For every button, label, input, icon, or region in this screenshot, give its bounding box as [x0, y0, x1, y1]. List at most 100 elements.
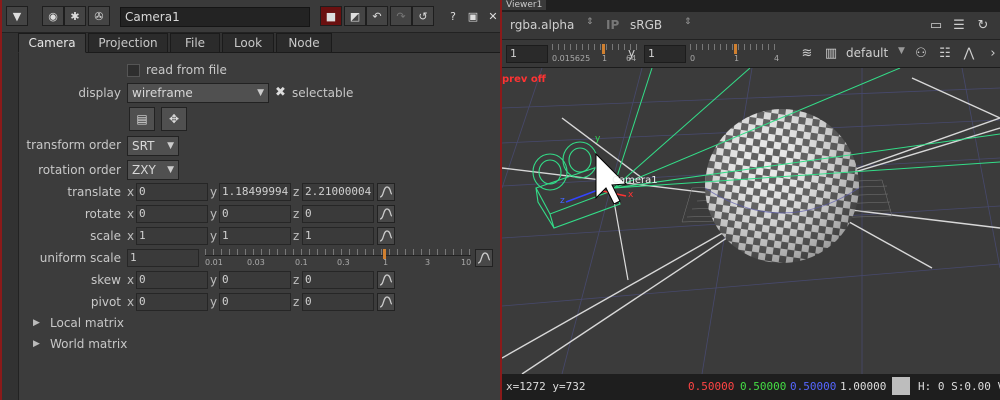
read-from-file-label: read from file	[146, 63, 227, 77]
animation-curve-icon[interactable]	[475, 249, 493, 267]
viewer-viewport[interactable]: prev off Camera1 y z x	[502, 68, 1000, 374]
green-channel-value: 0.50000	[740, 380, 787, 393]
slider-tick-label: 0.01	[205, 258, 223, 267]
zebra-icon[interactable]: ▥	[822, 45, 840, 63]
rotate-y-input[interactable]: 0	[219, 205, 291, 223]
chevron-updown-icon: ⇕	[586, 17, 594, 27]
undo-icon[interactable]: ↶	[366, 6, 388, 26]
gamma-label: y	[628, 46, 636, 60]
display-label: display	[78, 86, 121, 100]
redo-icon[interactable]: ↷	[390, 6, 412, 26]
refresh-icon[interactable]: ↻	[974, 17, 992, 35]
settings-circle-icon[interactable]: ◉	[42, 6, 64, 26]
viewer-tab-strip: Viewer1	[502, 0, 1000, 12]
tab-file[interactable]: File	[170, 33, 220, 53]
uniform-scale-slider[interactable]: 0.01 0.03 0.1 0.3 1 3 10	[205, 249, 471, 269]
camera-label: Camera1	[612, 175, 658, 186]
display-dropdown[interactable]: wireframe ▼	[127, 83, 269, 103]
pivot-y-input[interactable]: 0	[219, 293, 291, 311]
cursor-coordinates: x=1272 y=732	[506, 380, 586, 393]
slider-handle[interactable]	[734, 44, 737, 54]
gain-input[interactable]: 1	[506, 45, 548, 63]
3d-scene	[502, 68, 1000, 374]
red-node-color-icon[interactable]: ■	[320, 6, 342, 26]
slider-handle[interactable]	[602, 44, 605, 54]
translate-y-input[interactable]: 1.18499994	[219, 183, 291, 201]
transform-order-dropdown[interactable]: SRT ▼	[127, 136, 179, 156]
sliders-icon[interactable]: ☷	[936, 45, 954, 63]
translate-z-input[interactable]: 2.21000004	[302, 183, 374, 201]
pivot-x-input[interactable]: 0	[136, 293, 208, 311]
blue-channel-value: 0.50000	[790, 380, 837, 393]
more-chevron-icon[interactable]: ›	[984, 45, 1000, 63]
axis-z-label: z	[293, 295, 300, 309]
scale-x-input[interactable]: 1	[136, 227, 208, 245]
split-color-icon[interactable]: ◩	[344, 6, 366, 26]
selectable-check-icon[interactable]: ✖	[275, 85, 286, 100]
users-icon[interactable]: ⚇	[912, 45, 930, 63]
collapse-icon[interactable]: ▼	[6, 6, 28, 26]
slider-tick-label: 0.3	[337, 258, 350, 267]
tab-node[interactable]: Node	[276, 33, 332, 53]
scale-y-input[interactable]: 1	[219, 227, 291, 245]
viewer-tab[interactable]: Viewer1	[502, 0, 547, 10]
axis-move-icon[interactable]: ✥	[161, 107, 187, 131]
world-matrix-group[interactable]: ▶ World matrix	[33, 337, 233, 353]
tab-projection[interactable]: Projection	[88, 33, 168, 53]
gamma-slider[interactable]: 0 1 4	[690, 44, 780, 64]
slider-tick-label: 0.015625	[552, 54, 591, 63]
ip-toggle-button[interactable]: IP	[606, 18, 619, 32]
tab-camera[interactable]: Camera	[18, 33, 86, 53]
translate-x-input[interactable]: 0	[136, 183, 208, 201]
display-value: wireframe	[132, 86, 193, 100]
viewer-toolbar-top: rgba.alpha ⇕ IP sRGB ⇕ ▭ ☰ ↻	[502, 12, 1000, 40]
scale-z-input[interactable]: 1	[302, 227, 374, 245]
read-from-file-checkbox[interactable]	[127, 64, 140, 77]
camera-tab-content: read from file display wireframe ▼ ✖ sel…	[18, 53, 500, 400]
curve-graph-icon[interactable]: ⋀	[960, 45, 978, 63]
rotate-x-input[interactable]: 0	[136, 205, 208, 223]
local-matrix-group[interactable]: ▶ Local matrix	[33, 316, 233, 332]
world-matrix-label: World matrix	[50, 337, 128, 351]
rotation-order-dropdown[interactable]: ZXY ▼	[127, 160, 179, 180]
slider-tick-label: 1	[383, 258, 389, 267]
transform-order-label: transform order	[26, 138, 121, 152]
animation-curve-icon[interactable]	[377, 293, 395, 311]
uniform-scale-input[interactable]: 1	[127, 249, 199, 267]
wrench-icon[interactable]: ✇	[88, 6, 110, 26]
axis-x-label: x	[127, 229, 135, 243]
animation-curve-icon[interactable]	[377, 183, 395, 201]
colorspace-dropdown[interactable]: sRGB	[630, 18, 662, 32]
skew-x-input[interactable]: 0	[136, 271, 208, 289]
monitor-icon[interactable]: ▭	[927, 17, 945, 35]
revert-icon[interactable]: ↺	[412, 6, 434, 26]
axis-x-label: x	[628, 190, 634, 200]
help-icon[interactable]: ?	[442, 6, 464, 26]
skew-y-input[interactable]: 0	[219, 271, 291, 289]
node-name-field[interactable]: Camera1	[120, 7, 310, 27]
channels-dropdown[interactable]: rgba.alpha	[510, 18, 574, 32]
axis-y-label: y	[210, 185, 218, 199]
gamma-input[interactable]: 1	[644, 45, 686, 63]
expand-triangle-icon: ▶	[33, 318, 40, 328]
skew-z-input[interactable]: 0	[302, 271, 374, 289]
view-mode-dropdown[interactable]: default	[846, 46, 888, 60]
clipping-warning-icon[interactable]: ≋	[798, 45, 816, 63]
axis-y-label: y	[210, 229, 218, 243]
file-icon[interactable]: ▤	[129, 107, 155, 131]
slider-tick-label: 1	[734, 54, 740, 63]
axis-z-label: z	[293, 207, 300, 221]
bug-icon[interactable]: ✱	[64, 6, 86, 26]
animation-curve-icon[interactable]	[377, 227, 395, 245]
axis-z-label: z	[560, 196, 565, 206]
float-panel-icon[interactable]: ▣	[462, 6, 484, 26]
gain-slider[interactable]: 0.015625 1 64	[552, 44, 638, 64]
animation-curve-icon[interactable]	[377, 271, 395, 289]
viewer-status-bar: x=1272 y=732 0.50000 0.50000 0.50000 1.0…	[502, 374, 1000, 400]
close-icon[interactable]: ✕	[482, 6, 500, 26]
pivot-z-input[interactable]: 0	[302, 293, 374, 311]
menu-icon[interactable]: ☰	[950, 17, 968, 35]
animation-curve-icon[interactable]	[377, 205, 395, 223]
rotate-z-input[interactable]: 0	[302, 205, 374, 223]
tab-look[interactable]: Look	[222, 33, 274, 53]
